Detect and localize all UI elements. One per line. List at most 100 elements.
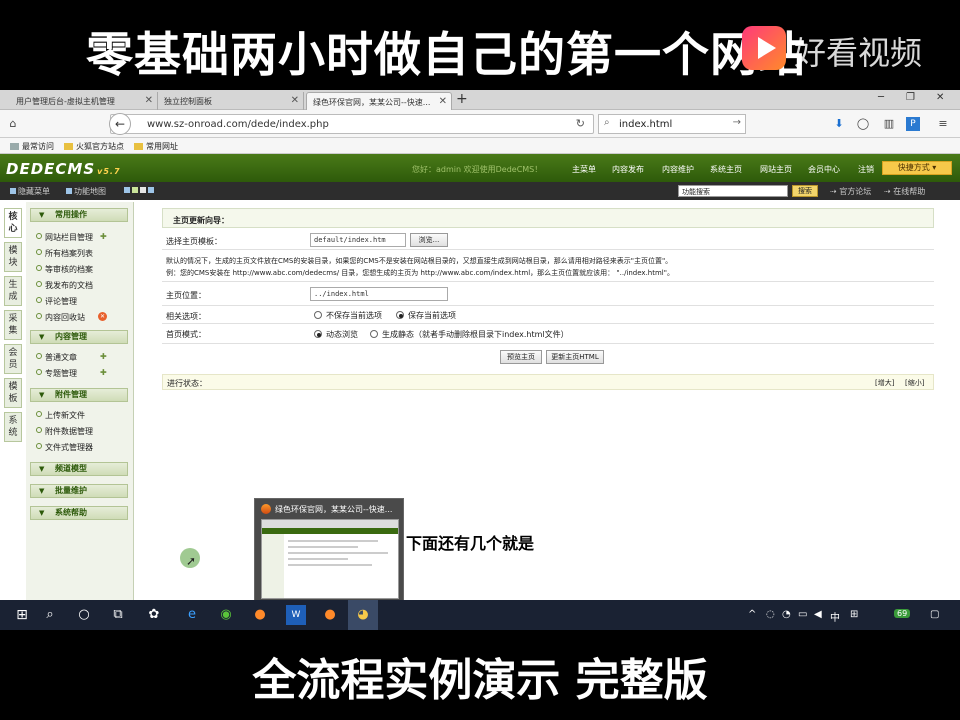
go-arrow-icon[interactable]: → — [733, 117, 741, 128]
add-icon[interactable]: ✚ — [100, 352, 107, 361]
enlarge-link[interactable]: [增大] — [875, 378, 894, 388]
firefox-icon[interactable]: ● — [250, 605, 270, 625]
help-link[interactable]: ⇢ 在线帮助 — [884, 186, 925, 197]
home-icon[interactable]: ⌂ — [6, 117, 20, 131]
sidebar-item-recycle[interactable]: 内容回收站 ✕ — [36, 312, 107, 323]
location-input[interactable]: ../index.html — [310, 287, 448, 301]
nav-site-home[interactable]: 网站主页 — [760, 164, 792, 175]
sidebar-item-my-docs[interactable]: 我发布的文档 — [36, 280, 93, 291]
sidebar-item-pending[interactable]: 等审核的档案 — [36, 264, 93, 275]
ime-lang[interactable]: 中 — [830, 609, 840, 624]
nav-main-menu[interactable]: 主菜单 — [572, 164, 596, 175]
update-html-button[interactable]: 更新主页HTML — [546, 350, 604, 364]
network-icon[interactable]: ▭ — [798, 609, 807, 620]
sitemap-button[interactable]: 功能地图 — [66, 186, 106, 197]
section-attach[interactable]: ▼ 附件管理 — [30, 388, 128, 402]
preview-button[interactable]: 预览主页 — [500, 350, 542, 364]
vtab-core[interactable]: 核心 — [4, 208, 22, 238]
chat-icon[interactable]: ◯ — [856, 117, 870, 131]
nav-sys-home[interactable]: 系统主页 — [710, 164, 742, 175]
recycle-icon[interactable]: ✕ — [98, 312, 107, 321]
bookmark-firefox[interactable]: 火狐官方站点 — [64, 141, 124, 152]
sidebar-item-all-docs[interactable]: 所有档案列表 — [36, 248, 93, 259]
forum-link[interactable]: ⇢ 官方论坛 — [830, 186, 871, 197]
close-icon[interactable]: ✕ — [145, 95, 153, 106]
add-icon[interactable]: ✚ — [100, 232, 107, 241]
badge-icon[interactable]: 69 — [894, 609, 911, 618]
word-icon[interactable]: W — [286, 605, 306, 625]
sidebar-icon[interactable]: ▥ — [882, 117, 896, 131]
tab-hosting[interactable]: 用户管理后台-虚拟主机管理 ✕ — [10, 92, 158, 110]
tray-icon[interactable]: ◌ — [766, 609, 775, 620]
vtab-member[interactable]: 会员 — [4, 344, 22, 374]
radio-static[interactable]: 生成静态（就者手动删除根目录下index.html文件） — [370, 329, 569, 340]
shrink-link[interactable]: [缩小] — [905, 378, 924, 388]
nav-maintain[interactable]: 内容维护 — [662, 164, 694, 175]
sidebar-item-file-manager[interactable]: 文件式管理器 — [36, 442, 93, 453]
skin-swatches[interactable] — [124, 186, 156, 195]
radio-save[interactable]: 保存当前选项 — [396, 310, 456, 321]
sidebar-item-topic[interactable]: 专题管理 ✚ — [36, 368, 107, 379]
section-channel[interactable]: ▼ 频道模型 — [30, 462, 128, 476]
grid-icon[interactable]: ⊞ — [850, 609, 858, 620]
cortana-icon[interactable]: ○ — [74, 605, 94, 625]
function-search-input[interactable]: 功能搜索 — [678, 185, 788, 197]
radio-no-save[interactable]: 不保存当前选项 — [314, 310, 382, 321]
section-batch[interactable]: ▼ 批量维护 — [30, 484, 128, 498]
windows-start-icon[interactable]: ⊞ — [12, 605, 32, 625]
bookmark-common[interactable]: 常用网址 — [134, 141, 178, 152]
vtab-collect[interactable]: 采集 — [4, 310, 22, 340]
download-icon[interactable]: ⬇ — [832, 117, 846, 131]
hide-menu-button[interactable]: 隐藏菜单 — [10, 186, 50, 197]
sidebar-item-upload[interactable]: 上传新文件 — [36, 410, 85, 421]
back-arrow-icon[interactable]: ← — [109, 113, 131, 135]
radio-dynamic[interactable]: 动态浏览 — [314, 329, 358, 340]
browse-button[interactable]: 浏览... — [410, 233, 448, 247]
play-icon — [742, 26, 786, 70]
vtab-module[interactable]: 模块 — [4, 242, 22, 272]
sidebar-item-article[interactable]: 普通文章 ✚ — [36, 352, 107, 363]
new-tab-icon[interactable]: + — [456, 91, 468, 107]
active-app-icon[interactable]: ◕ — [348, 600, 378, 630]
search-input[interactable]: ⌕ index.html → — [598, 114, 746, 134]
firefox-icon-2[interactable]: ● — [320, 605, 340, 625]
sidebar-item-comments[interactable]: 评论管理 — [36, 296, 77, 307]
menu-icon[interactable]: ≡ — [936, 117, 950, 131]
close-icon[interactable]: ✕ — [291, 95, 299, 106]
reload-icon[interactable]: ↻ — [576, 117, 585, 130]
edge-icon[interactable]: e — [182, 605, 202, 625]
template-input[interactable]: default/index.htm — [310, 233, 406, 247]
pocket-icon[interactable]: P — [906, 117, 920, 131]
nav-member[interactable]: 会员中心 — [808, 164, 840, 175]
section-common[interactable]: ▼ 常用操作 — [30, 208, 128, 222]
sidebar-item-attach-data[interactable]: 附件数据管理 — [36, 426, 93, 437]
tray-app-icon[interactable]: ◔ — [782, 609, 791, 620]
taskbar-preview-popup[interactable]: 绿色环保官网，某某公司--快速... — [254, 498, 404, 602]
tray-up-icon[interactable]: ^ — [748, 609, 756, 620]
nav-publish[interactable]: 内容发布 — [612, 164, 644, 175]
minimize-icon[interactable]: ─ — [878, 92, 884, 103]
volume-icon[interactable]: ◀ — [814, 609, 822, 620]
url-bar[interactable]: ← www.sz-onroad.com/dede/index.php ↻ — [109, 113, 594, 135]
notification-icon[interactable]: ▢ — [930, 609, 939, 620]
section-help[interactable]: ▼ 系统帮助 — [30, 506, 128, 520]
nav-logout[interactable]: 注销 — [858, 164, 874, 175]
function-search-button[interactable]: 搜索 — [792, 185, 818, 197]
vtab-system[interactable]: 系统 — [4, 412, 22, 442]
vtab-template[interactable]: 模板 — [4, 378, 22, 408]
app-icon[interactable]: ✿ — [144, 605, 164, 625]
close-icon[interactable]: ✕ — [439, 96, 447, 107]
tab-panel[interactable]: 独立控制面板 ✕ — [158, 92, 304, 110]
bookmark-most-visited[interactable]: 最常访问 — [10, 141, 54, 152]
window-close-icon[interactable]: ✕ — [936, 92, 944, 103]
task-view-icon[interactable]: ⧉ — [108, 605, 128, 625]
tab-site[interactable]: 绿色环保官网，某某公司--快速... ✕ — [306, 92, 452, 110]
search-icon[interactable]: ⌕ — [40, 605, 60, 625]
browser-360-icon[interactable]: ◉ — [216, 605, 236, 625]
quick-menu-button[interactable]: 快捷方式 ▾ — [882, 161, 952, 175]
sidebar-item-columns[interactable]: 网站栏目管理 ✚ — [36, 232, 107, 243]
restore-icon[interactable]: ❐ — [906, 92, 915, 103]
vtab-generate[interactable]: 生成 — [4, 276, 22, 306]
section-content[interactable]: ▼ 内容管理 — [30, 330, 128, 344]
add-icon[interactable]: ✚ — [100, 368, 107, 377]
